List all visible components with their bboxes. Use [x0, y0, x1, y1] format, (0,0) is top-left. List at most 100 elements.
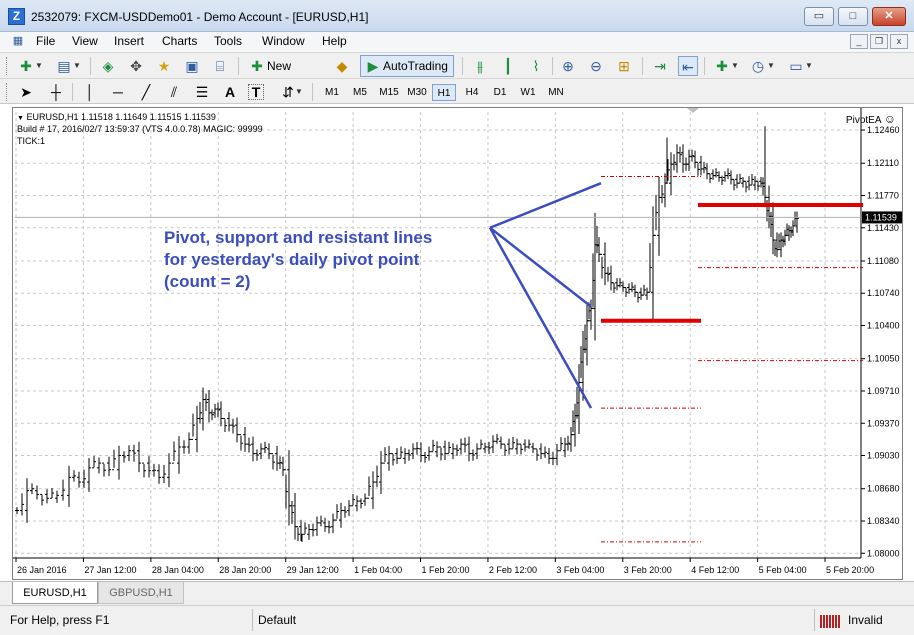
- timeframe-mn[interactable]: MN: [544, 84, 568, 101]
- menu-insert[interactable]: Insert: [114, 34, 144, 48]
- new-chart-icon[interactable]: ✚: [16, 56, 36, 76]
- app-logo-icon: Z: [8, 8, 25, 25]
- x-tick-label: 5 Feb 04:00: [759, 565, 807, 575]
- market-watch-icon[interactable]: ◈: [98, 56, 118, 76]
- terminal-icon[interactable]: ▣: [182, 56, 202, 76]
- window-title: 2532079: FXCM-USDDemo01 - Demo Account -…: [31, 10, 369, 24]
- menu-bar: ▦ File View Insert Charts Tools Window H…: [0, 32, 914, 52]
- pivot-annotation: Pivot, support and resistant lines for y…: [164, 227, 484, 293]
- y-tick-label: 1.09710: [867, 386, 900, 396]
- toolbar-separator: [552, 57, 553, 75]
- minimize-button[interactable]: ▭: [804, 7, 834, 26]
- y-tick-label: 1.09370: [867, 418, 900, 428]
- y-tick-label: 1.08000: [867, 548, 900, 558]
- toolbar-grip[interactable]: [6, 57, 9, 75]
- timeframe-m5[interactable]: M5: [348, 84, 372, 101]
- data-window-icon[interactable]: ✥: [126, 56, 146, 76]
- cursor-arrow-icon[interactable]: ➤: [16, 82, 36, 102]
- fibonacci-icon[interactable]: ☰: [192, 82, 212, 102]
- menu-view[interactable]: View: [72, 34, 98, 48]
- candlestick-icon[interactable]: ┃: [498, 56, 518, 76]
- x-tick-label: 27 Jan 12:00: [84, 565, 136, 575]
- text-label-icon[interactable]: T: [248, 84, 264, 100]
- bar-chart-icon[interactable]: ⫵: [470, 56, 490, 76]
- trendline-icon[interactable]: ╱: [136, 82, 156, 102]
- menu-window[interactable]: Window: [262, 34, 305, 48]
- timeframe-d1[interactable]: D1: [488, 84, 512, 101]
- metaeditor-icon[interactable]: ◆: [332, 56, 352, 76]
- price-chart[interactable]: 1.12460 1.12110 1.11770 1.11430 1.11080 1.107…: [13, 108, 902, 579]
- horizontal-line-icon[interactable]: ─: [108, 82, 128, 102]
- indicators-icon[interactable]: ✚: [712, 56, 732, 76]
- menu-charts[interactable]: Charts: [162, 34, 197, 48]
- y-tick-label: 1.10400: [867, 321, 900, 331]
- crosshair-icon[interactable]: ┼: [46, 82, 66, 102]
- y-tick-label: 1.08680: [867, 484, 900, 494]
- child-restore-button[interactable]: ❐: [870, 34, 888, 49]
- chevron-down-icon[interactable]: ▼: [294, 82, 304, 102]
- x-tick-label: 2 Feb 12:00: [489, 565, 537, 575]
- build-info: Build # 17, 2016/02/7 13:59:37 (VTS 4.0.…: [17, 124, 263, 134]
- chevron-down-icon[interactable]: ▼: [72, 56, 82, 76]
- chart-window[interactable]: 1.12460 1.12110 1.11770 1.11430 1.11080 1.107…: [12, 107, 903, 580]
- navigator-icon[interactable]: ★: [154, 56, 174, 76]
- periods-clock-icon[interactable]: ◷: [748, 56, 768, 76]
- tile-windows-icon[interactable]: ⊞: [614, 56, 634, 76]
- autotrading-label: AutoTrading: [383, 59, 448, 73]
- timeframe-m30[interactable]: M30: [404, 84, 430, 101]
- templates-icon[interactable]: ▭: [786, 56, 806, 76]
- zoom-out-icon[interactable]: ⊖: [586, 56, 606, 76]
- chevron-down-icon[interactable]: ▼: [804, 56, 814, 76]
- line-chart-icon[interactable]: ⌇: [526, 56, 546, 76]
- help-hint: For Help, press F1: [10, 613, 110, 627]
- menu-help[interactable]: Help: [322, 34, 347, 48]
- toolbar-separator: [90, 57, 91, 75]
- timeframe-h1[interactable]: H1: [432, 84, 456, 101]
- vertical-line-icon[interactable]: │: [80, 82, 100, 102]
- tab-gbpusd-h1[interactable]: GBPUSD,H1: [98, 582, 184, 604]
- profiles-icon[interactable]: ▤: [54, 56, 74, 76]
- auto-scroll-icon[interactable]: ⇥: [650, 56, 670, 76]
- collapse-triangle-icon[interactable]: ▼: [17, 115, 24, 122]
- annotation-line-1: Pivot, support and resistant lines: [164, 228, 433, 247]
- smiley-icon[interactable]: ☺: [884, 112, 896, 126]
- strategy-tester-icon[interactable]: ⌸: [210, 56, 230, 76]
- symbol-info-text: EURUSD,H1 1.11518 1.11649 1.11515 1.1153…: [26, 112, 216, 122]
- x-tick-label: 5 Feb 20:00: [826, 565, 874, 575]
- chevron-down-icon[interactable]: ▼: [34, 56, 44, 76]
- x-tick-label: 4 Feb 12:00: [691, 565, 739, 575]
- bid-price-label: 1.11539: [865, 212, 897, 222]
- chevron-down-icon[interactable]: ▼: [730, 56, 740, 76]
- toolbar-separator: [312, 83, 313, 101]
- connection-status: Invalid: [848, 613, 883, 627]
- annotation-line-2: for yesterday's daily pivot point: [164, 250, 420, 269]
- chart-window-icon[interactable]: ▦: [10, 32, 26, 50]
- autotrading-button[interactable]: ▶ AutoTrading: [360, 55, 454, 77]
- child-minimize-button[interactable]: _: [850, 34, 868, 49]
- profile-name[interactable]: Default: [258, 613, 296, 627]
- zoom-in-icon[interactable]: ⊕: [558, 56, 578, 76]
- toolbar-grip[interactable]: [6, 83, 9, 101]
- chart-shift-icon[interactable]: ⇤: [678, 56, 698, 76]
- timeframe-h4[interactable]: H4: [460, 84, 484, 101]
- toolbar-separator: [704, 57, 705, 75]
- status-separator: [814, 609, 815, 631]
- status-bar: For Help, press F1 Default Invalid: [0, 605, 914, 635]
- tab-eurusd-h1[interactable]: EURUSD,H1: [12, 582, 98, 604]
- menu-file[interactable]: File: [36, 34, 55, 48]
- timeframe-w1[interactable]: W1: [516, 84, 540, 101]
- chevron-down-icon[interactable]: ▼: [766, 56, 776, 76]
- child-close-button[interactable]: x: [890, 34, 908, 49]
- text-tool-icon[interactable]: A: [220, 82, 240, 102]
- equidistant-channel-icon[interactable]: ⫽: [164, 82, 184, 102]
- timeframe-m1[interactable]: M1: [320, 84, 344, 101]
- y-tick-label: 1.12460: [867, 125, 900, 135]
- maximize-button[interactable]: □: [838, 7, 868, 26]
- y-tick-label: 1.09030: [867, 451, 900, 461]
- x-tick-label: 28 Jan 04:00: [152, 565, 204, 575]
- timeframe-m15[interactable]: M15: [376, 84, 402, 101]
- new-order-button[interactable]: ✚ New Order: [244, 55, 328, 93]
- status-separator: [252, 609, 253, 631]
- close-button[interactable]: ✕: [872, 7, 906, 26]
- menu-tools[interactable]: Tools: [214, 34, 242, 48]
